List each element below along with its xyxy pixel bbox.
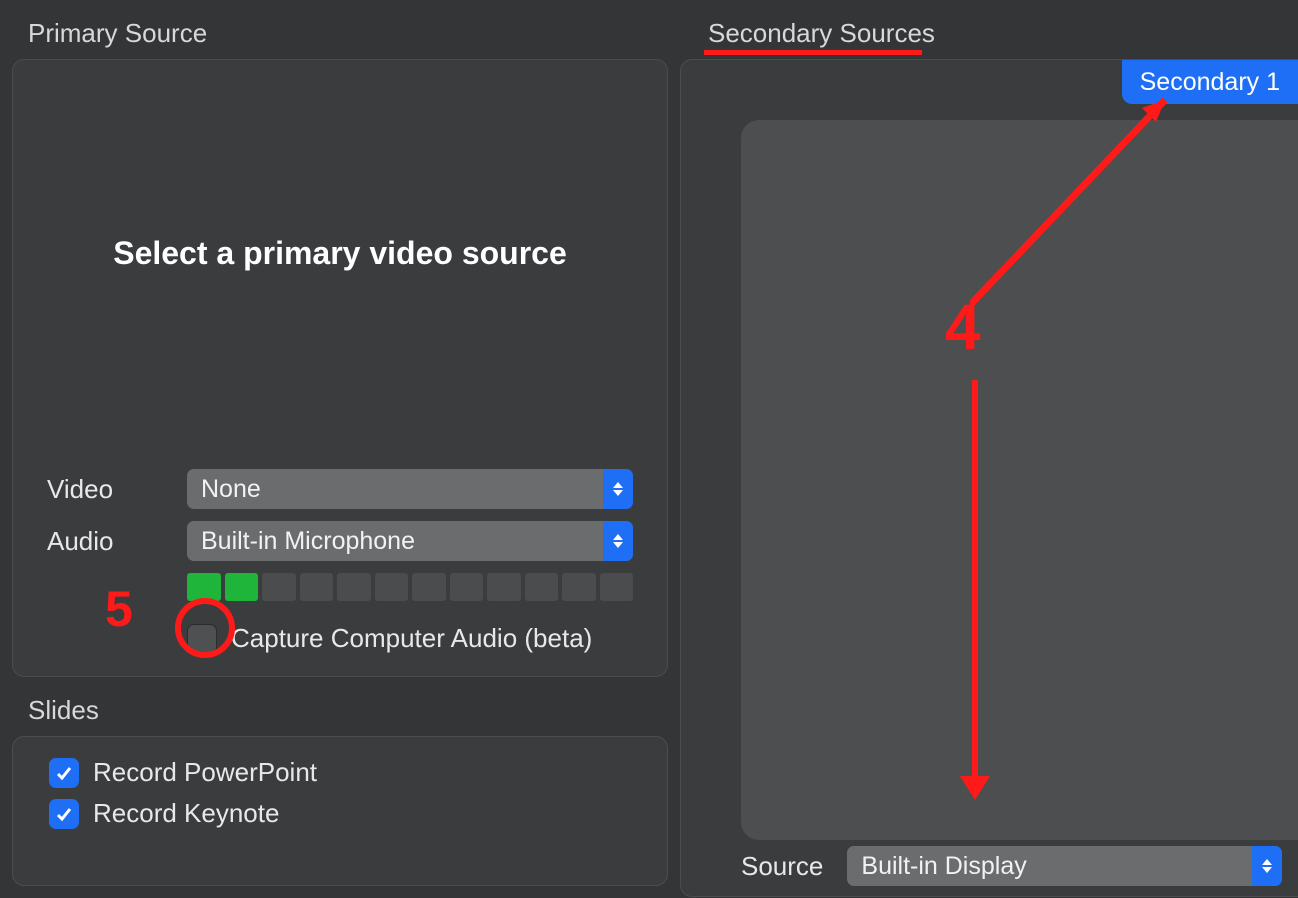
slides-row: Record PowerPoint — [49, 757, 631, 788]
primary-form: Video None Audio Built-in Microphone — [47, 457, 633, 654]
audio-row: Audio Built-in Microphone — [47, 521, 633, 561]
slides-row: Record Keynote — [49, 798, 631, 829]
secondary-panel: Secondary 1 Source Built-in Display — [680, 59, 1298, 897]
updown-icon — [603, 521, 633, 561]
meter-segment — [600, 573, 634, 601]
audio-label: Audio — [47, 526, 187, 557]
updown-icon — [603, 469, 633, 509]
meter-segment — [262, 573, 296, 601]
audio-select-value: Built-in Microphone — [187, 527, 603, 556]
capture-computer-audio-label: Capture Computer Audio (beta) — [231, 623, 592, 654]
video-label: Video — [47, 474, 187, 505]
meter-segment — [525, 573, 559, 601]
meter-segment — [487, 573, 521, 601]
video-select[interactable]: None — [187, 469, 633, 509]
slides-panel: Record PowerPoint Record Keynote — [12, 736, 668, 886]
capture-computer-audio-checkbox[interactable] — [187, 624, 217, 654]
primary-column: Primary Source Select a primary video so… — [0, 0, 680, 898]
meter-segment — [450, 573, 484, 601]
meter-segment — [225, 573, 259, 601]
video-row: Video None — [47, 469, 633, 509]
slides-checkbox-1[interactable] — [49, 799, 79, 829]
capture-computer-audio-row: Capture Computer Audio (beta) — [187, 623, 633, 654]
meter-segment — [562, 573, 596, 601]
slides-label: Record Keynote — [93, 798, 279, 829]
source-label: Source — [741, 851, 823, 882]
audio-meter-row — [47, 573, 633, 601]
slides-title: Slides — [0, 677, 680, 736]
meter-segment — [375, 573, 409, 601]
secondary-column: Secondary Sources Secondary 1 Source Bui… — [680, 0, 1298, 898]
slides-label: Record PowerPoint — [93, 757, 317, 788]
updown-icon — [1252, 846, 1282, 886]
video-select-value: None — [187, 475, 603, 504]
slides-checkbox-0[interactable] — [49, 758, 79, 788]
meter-segment — [300, 573, 334, 601]
secondary-source-row: Source Built-in Display — [741, 846, 1282, 886]
audio-level-meter — [187, 573, 633, 601]
primary-placeholder-text: Select a primary video source — [13, 235, 667, 272]
source-select[interactable]: Built-in Display — [847, 846, 1282, 886]
annotation-underline — [704, 50, 922, 55]
secondary-preview — [741, 120, 1298, 840]
secondary-1-tab[interactable]: Secondary 1 — [1122, 60, 1298, 104]
meter-segment — [412, 573, 446, 601]
source-select-value: Built-in Display — [847, 852, 1252, 881]
meter-segment — [337, 573, 371, 601]
primary-source-panel: Select a primary video source Video None… — [12, 59, 668, 677]
meter-segment — [187, 573, 221, 601]
audio-select[interactable]: Built-in Microphone — [187, 521, 633, 561]
primary-source-title: Primary Source — [0, 0, 680, 59]
